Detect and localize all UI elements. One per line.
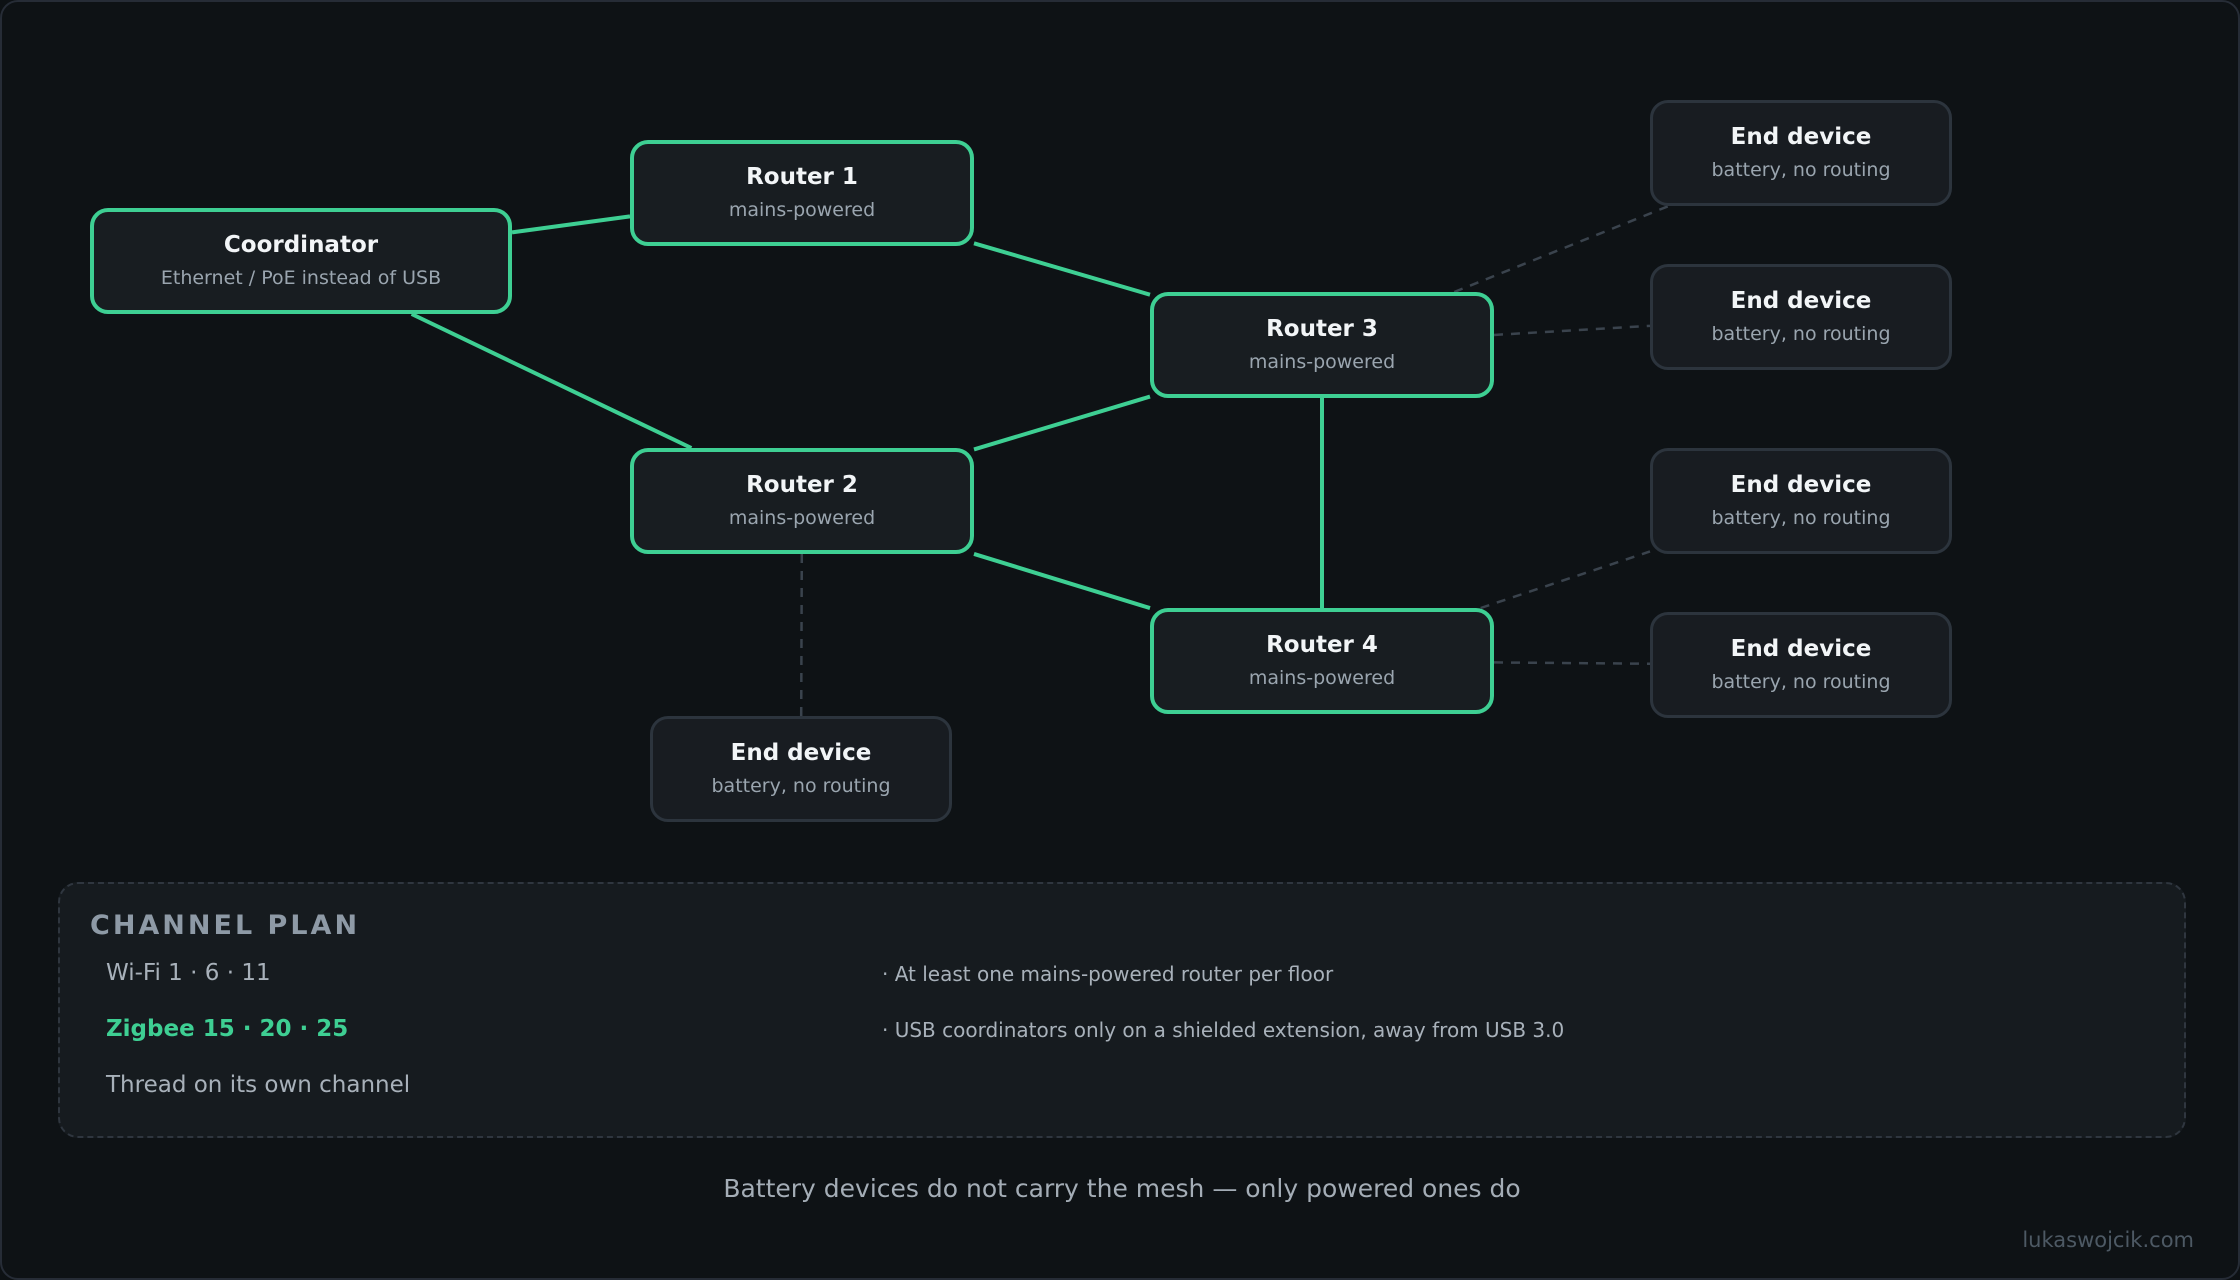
battery-link-router3-end1 — [1453, 204, 1670, 294]
battery-link-router3-end2 — [1493, 324, 1651, 337]
end-device-title: End device — [730, 740, 872, 766]
credit-link[interactable]: lukaswojcik.com — [2022, 1228, 2194, 1252]
router2-title: Router 2 — [746, 472, 858, 498]
battery-link-router4-end3 — [1480, 550, 1651, 610]
router1-subtitle: mains-powered — [728, 199, 876, 221]
router3-subtitle: mains-powered — [1248, 351, 1396, 373]
end-device-node: End device battery, no routing — [1650, 448, 1952, 554]
end-device-subtitle: battery, no routing — [1711, 507, 1891, 529]
coordinator-node: Coordinator Ethernet / PoE instead of US… — [90, 208, 512, 314]
end-device-node: End device battery, no routing — [650, 716, 952, 822]
end-device-subtitle: battery, no routing — [1711, 159, 1891, 181]
router1-title: Router 1 — [746, 164, 858, 190]
end-device-subtitle: battery, no routing — [711, 775, 891, 797]
router2-subtitle: mains-powered — [728, 507, 876, 529]
end-device-title: End device — [1730, 472, 1872, 498]
diagram-caption: Battery devices do not carry the mesh — … — [723, 1174, 1521, 1203]
end-device-subtitle: battery, no routing — [1711, 323, 1891, 345]
zigbee-channels: Zigbee 15 · 20 · 25 — [106, 1016, 349, 1042]
thread-channel: Thread on its own channel — [106, 1072, 411, 1098]
end-device-title: End device — [1730, 124, 1872, 150]
wifi-channels: Wi-Fi 1 · 6 · 11 — [106, 960, 271, 986]
mesh-link-coordinator-router2 — [410, 312, 693, 450]
router3-node: Router 3 mains-powered — [1150, 292, 1494, 398]
router4-title: Router 4 — [1266, 632, 1378, 658]
coordinator-title: Coordinator — [223, 232, 379, 258]
end-device-subtitle: battery, no routing — [1711, 671, 1891, 693]
coordinator-subtitle: Ethernet / PoE instead of USB — [160, 267, 442, 289]
router1-node: Router 1 mains-powered — [630, 140, 974, 246]
battery-link-router4-end4 — [1493, 661, 1651, 665]
rule-router-per-floor: · At least one mains-powered router per … — [882, 962, 1334, 986]
router4-subtitle: mains-powered — [1248, 667, 1396, 689]
end-device-title: End device — [1730, 288, 1872, 314]
mesh-link-coordinator-router1 — [511, 214, 631, 235]
end-device-node: End device battery, no routing — [1650, 100, 1952, 206]
router3-title: Router 3 — [1266, 316, 1378, 342]
battery-link-router2-end5 — [799, 553, 804, 717]
mesh-link-router2-router4 — [973, 552, 1151, 610]
end-device-node: End device battery, no routing — [1650, 612, 1952, 718]
mesh-link-router2-router3 — [973, 394, 1151, 452]
mesh-link-router1-router3 — [973, 241, 1151, 297]
rule-usb-coordinator: · USB coordinators only on a shielded ex… — [882, 1018, 1565, 1042]
router4-node: Router 4 mains-powered — [1150, 608, 1494, 714]
channel-plan-title: CHANNEL PLAN — [90, 910, 361, 941]
end-device-title: End device — [1730, 636, 1872, 662]
end-device-node: End device battery, no routing — [1650, 264, 1952, 370]
diagram-frame: Coordinator Ethernet / PoE instead of US… — [0, 0, 2240, 1280]
router2-node: Router 2 mains-powered — [630, 448, 974, 554]
channel-plan-panel: CHANNEL PLAN Wi-Fi 1 · 6 · 11 Zigbee 15 … — [58, 882, 2186, 1138]
